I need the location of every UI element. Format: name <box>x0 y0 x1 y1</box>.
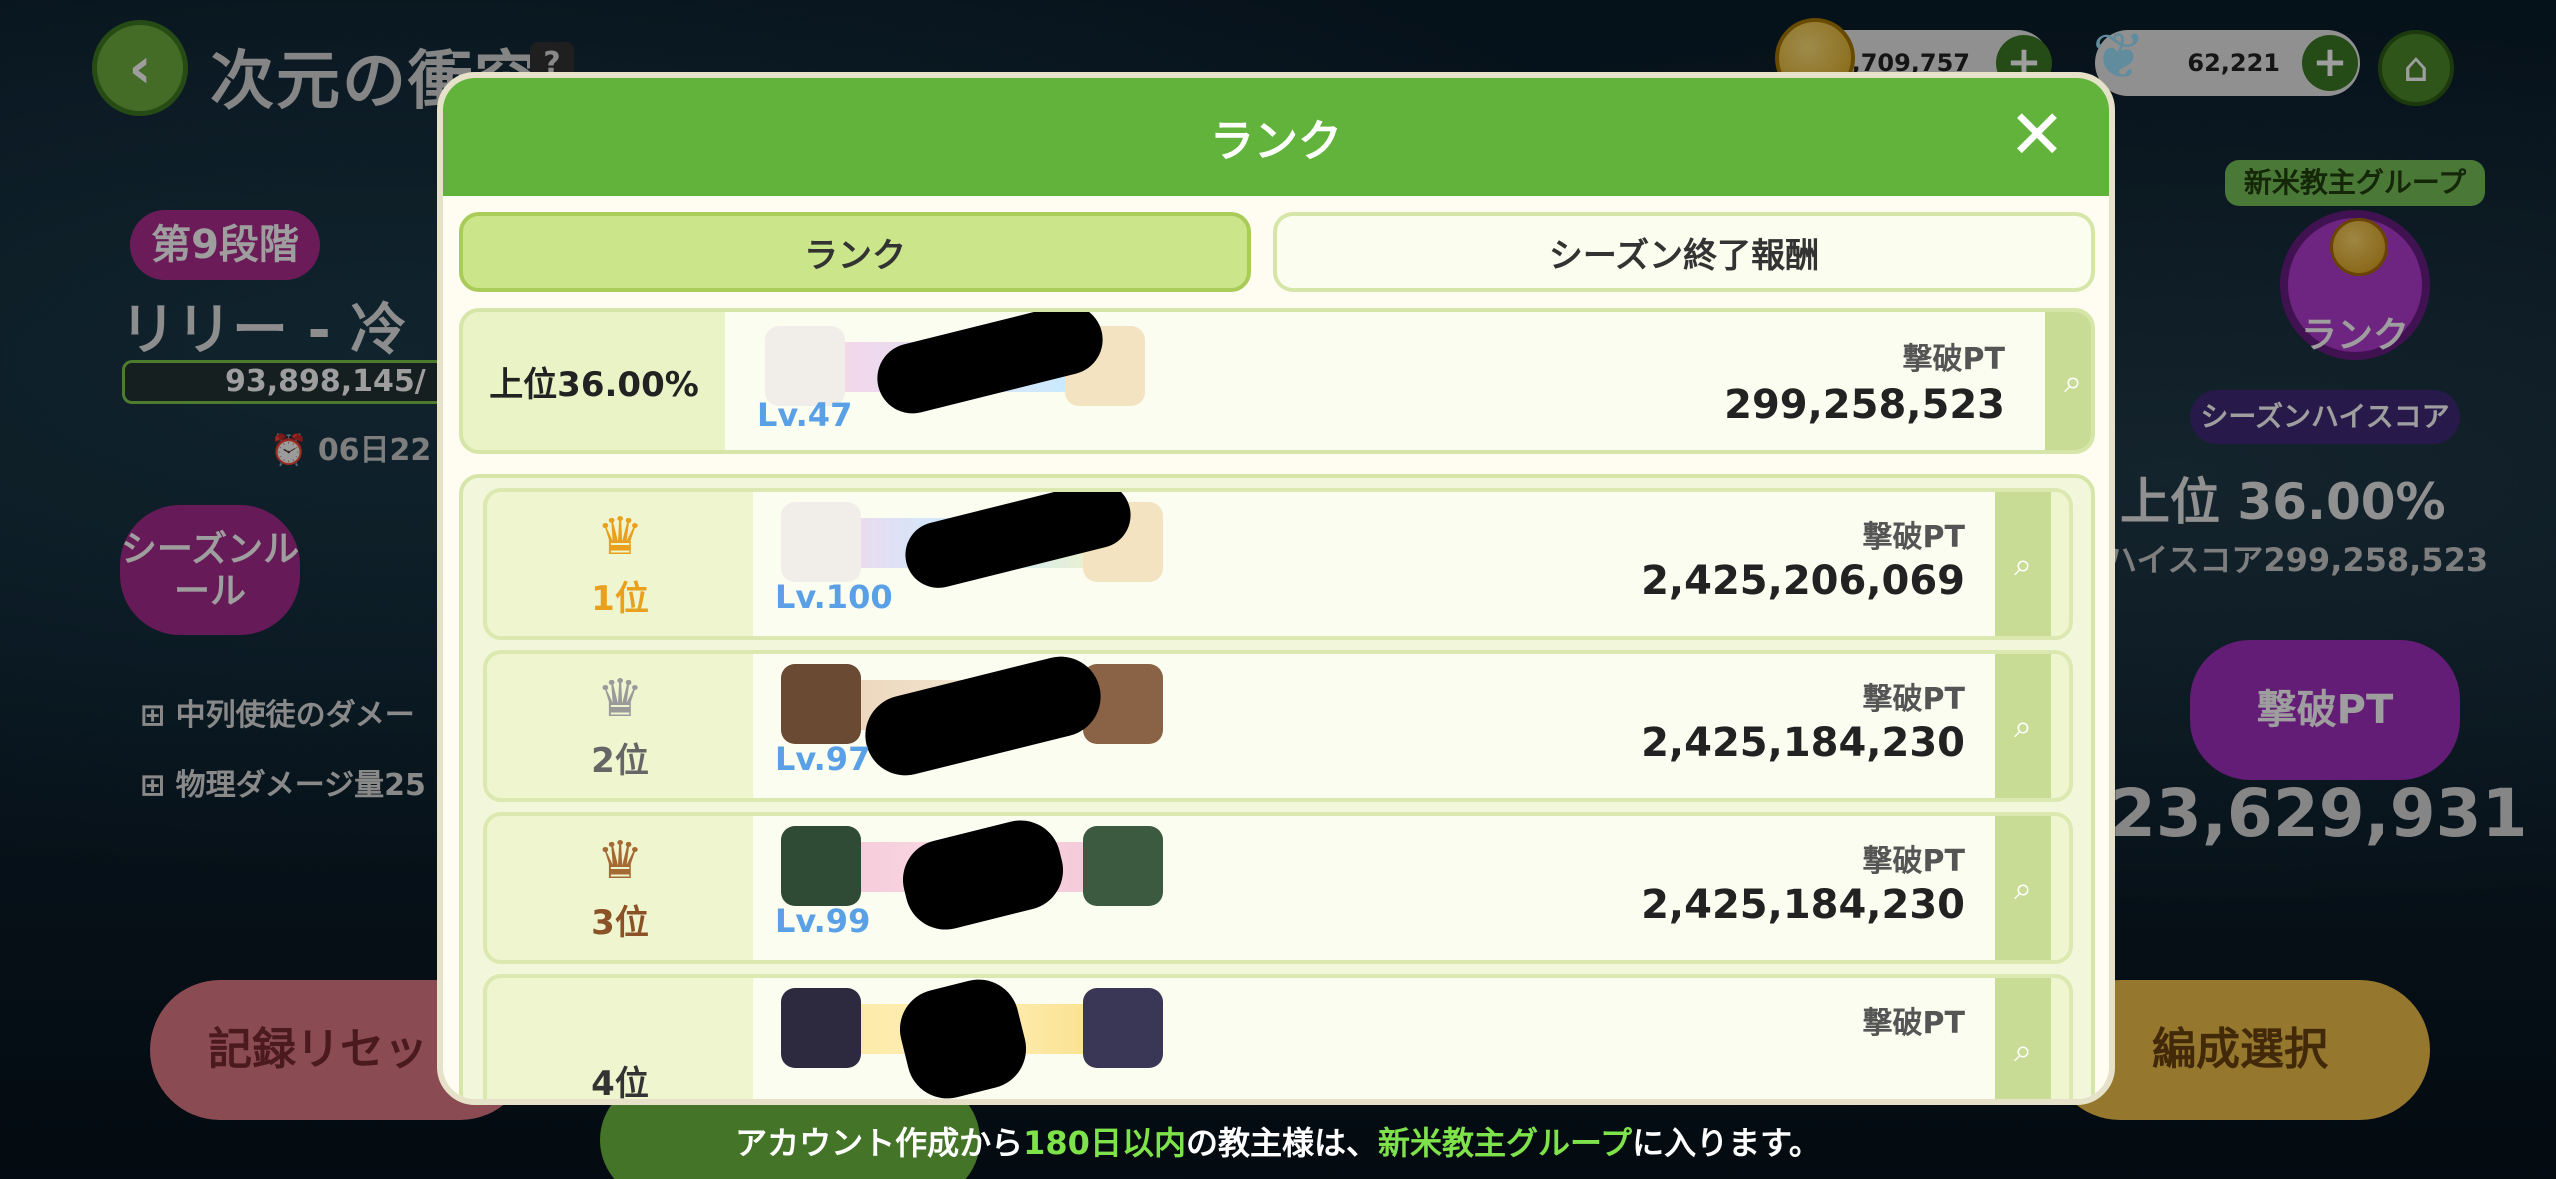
tab-rank[interactable]: ランク <box>459 212 1251 292</box>
rank-cell: ♛ 3位 <box>487 816 753 960</box>
footer-note: アカウント作成から180日以内の教主様は、新米教主グループに入ります。 <box>0 1118 2556 1164</box>
character-portrait <box>781 988 861 1068</box>
redaction-mark <box>856 654 1110 784</box>
modal-tabs: ランク シーズン終了報酬 <box>459 212 2095 292</box>
tab-season-reward[interactable]: シーズン終了報酬 <box>1273 212 2095 292</box>
inspect-button[interactable]: ⌕ <box>1995 492 2051 636</box>
footer-note-highlight: 180日以内 <box>1023 1124 1186 1162</box>
inspect-button[interactable]: ⌕ <box>1995 978 2051 1099</box>
rank-cell: ♛ 1位 <box>487 492 753 636</box>
silver-crown-icon: ♛ <box>596 668 644 729</box>
bronze-crown-icon: ♛ <box>596 830 644 891</box>
ranking-list[interactable]: ♛ 1位 Lv.100 撃破PT 2,425,206,069 ⌕ ♛ 2位 Lv… <box>459 474 2095 1104</box>
inspect-button[interactable]: ⌕ <box>1995 816 2051 960</box>
ranking-row: ♛ 3位 Lv.99 撃破PT 2,425,184,230 ⌕ <box>483 812 2073 964</box>
search-icon: ⌕ <box>2014 706 2032 745</box>
player-level: Lv.99 <box>775 902 871 940</box>
close-icon: ✕ <box>2008 96 2066 175</box>
redaction-mark <box>891 978 1035 1099</box>
defeat-pt-label: 撃破PT <box>1902 342 2005 377</box>
defeat-pt-label: 撃破PT <box>1862 844 1965 879</box>
rank-position: 1位 <box>591 578 649 619</box>
defeat-pt-value: 299,258,523 <box>1724 382 2005 428</box>
footer-note-prefix: アカウント作成から <box>735 1124 1024 1162</box>
player-card: Lv.100 撃破PT 2,425,206,069 <box>753 492 1995 636</box>
inspect-button[interactable]: ⌕ <box>1995 654 2051 798</box>
character-portrait <box>781 502 861 582</box>
rank-modal: ランク ✕ ランク シーズン終了報酬 上位36.00% Lv.47 撃破PT 2… <box>437 72 2115 1105</box>
character-portrait <box>781 664 861 744</box>
search-icon: ⌕ <box>2014 544 2032 583</box>
ranking-row: 4位 撃破PT ⌕ <box>483 974 2073 1104</box>
modal-header: ランク ✕ <box>443 78 2109 196</box>
player-card: Lv.47 撃破PT 299,258,523 <box>725 312 2045 450</box>
rank-cell: 4位 <box>487 978 753 1104</box>
defeat-pt-label: 撃破PT <box>1862 682 1965 717</box>
rank-position: 3位 <box>591 902 649 943</box>
defeat-pt-value: 2,425,206,069 <box>1641 558 1965 604</box>
defeat-pt-value: 2,425,184,230 <box>1641 720 1965 766</box>
footer-note-middle: の教主様は、 <box>1185 1124 1378 1162</box>
player-card: Lv.99 撃破PT 2,425,184,230 <box>753 816 1995 960</box>
ranking-row: ♛ 2位 Lv.97 撃破PT 2,425,184,230 ⌕ <box>483 650 2073 802</box>
modal-title: ランク <box>1210 116 1342 167</box>
search-icon: ⌕ <box>2014 868 2032 907</box>
rank-position: 4位 <box>591 1063 649 1104</box>
search-icon: ⌕ <box>2064 361 2082 400</box>
player-level: Lv.100 <box>775 578 893 616</box>
player-level: Lv.47 <box>757 396 853 434</box>
character-portrait <box>1083 988 1163 1068</box>
my-rank-row: 上位36.00% Lv.47 撃破PT 299,258,523 ⌕ <box>459 308 2095 454</box>
defeat-pt-value: 2,425,184,230 <box>1641 882 1965 928</box>
ranking-row: ♛ 1位 Lv.100 撃破PT 2,425,206,069 ⌕ <box>483 488 2073 640</box>
defeat-pt-label: 撃破PT <box>1862 520 1965 555</box>
defeat-pt-label: 撃破PT <box>1862 1006 1965 1041</box>
gold-crown-icon: ♛ <box>596 506 644 567</box>
footer-note-suffix: に入ります。 <box>1632 1124 1821 1162</box>
player-card: 撃破PT <box>753 978 1995 1099</box>
character-portrait <box>781 826 861 906</box>
my-rank-percent: 上位36.00% <box>489 364 699 405</box>
footer-note-highlight: 新米教主グループ <box>1377 1124 1633 1162</box>
rank-cell: ♛ 2位 <box>487 654 753 798</box>
character-portrait <box>765 326 845 406</box>
character-portrait <box>1083 826 1163 906</box>
player-card: Lv.97 撃破PT 2,425,184,230 <box>753 654 1995 798</box>
player-level: Lv.97 <box>775 740 871 778</box>
search-icon: ⌕ <box>2014 1030 2032 1069</box>
inspect-button[interactable]: ⌕ <box>2045 312 2091 450</box>
rank-position: 2位 <box>591 740 649 781</box>
redaction-mark <box>894 816 1072 939</box>
close-button[interactable]: ✕ <box>2001 100 2073 172</box>
